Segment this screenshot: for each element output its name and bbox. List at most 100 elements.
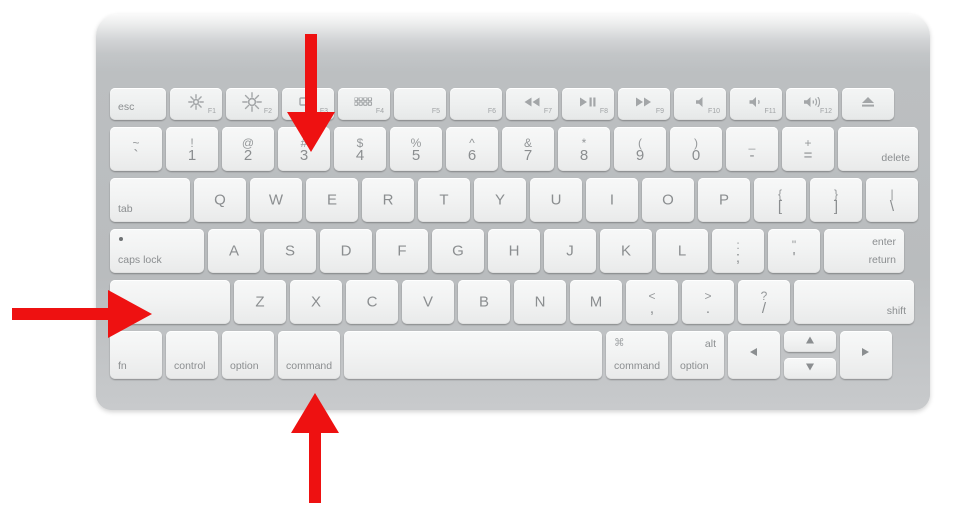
key-bracket-right[interactable]: }] bbox=[810, 178, 862, 222]
key-key-d[interactable]: D bbox=[320, 229, 372, 273]
key-f1-brightness-down[interactable]: F1 bbox=[170, 88, 222, 120]
function-key-number: F4 bbox=[375, 108, 384, 115]
key-key-f[interactable]: F bbox=[376, 229, 428, 273]
key-f3-mission-control[interactable]: F3 bbox=[282, 88, 334, 120]
key-key-j[interactable]: J bbox=[544, 229, 596, 273]
key-esc[interactable]: esc bbox=[110, 88, 166, 120]
key-key-z[interactable]: Z bbox=[234, 280, 286, 324]
key-key-s[interactable]: S bbox=[264, 229, 316, 273]
key-hyphen[interactable]: _ - bbox=[726, 127, 778, 171]
key-label-base: \ bbox=[889, 198, 895, 216]
key-f6[interactable]: F6 bbox=[450, 88, 502, 120]
key-shift-right[interactable]: shift bbox=[794, 280, 914, 324]
key-comma[interactable]: <, bbox=[626, 280, 678, 324]
key-label-base: ; bbox=[735, 249, 741, 267]
key-arrow-left[interactable] bbox=[728, 331, 780, 379]
key-label: W bbox=[268, 191, 284, 209]
key-key-u[interactable]: U bbox=[530, 178, 582, 222]
key-digit-4[interactable]: $4 bbox=[334, 127, 386, 171]
key-digit-9[interactable]: (9 bbox=[614, 127, 666, 171]
key-key-c[interactable]: C bbox=[346, 280, 398, 324]
key-key-t[interactable]: T bbox=[418, 178, 470, 222]
key-key-l[interactable]: L bbox=[656, 229, 708, 273]
key-key-h[interactable]: H bbox=[488, 229, 540, 273]
key-fn[interactable]: fn bbox=[110, 331, 162, 379]
key-digit-0[interactable]: ) 0 bbox=[670, 127, 722, 171]
key-f7-rewind[interactable]: F7 bbox=[506, 88, 558, 120]
key-key-x[interactable]: X bbox=[290, 280, 342, 324]
key-f2-brightness-up[interactable]: F2 bbox=[226, 88, 278, 120]
key-space[interactable] bbox=[344, 331, 602, 379]
key-semicolon[interactable]: :; bbox=[712, 229, 764, 273]
key-label-base: 7 bbox=[523, 147, 533, 165]
key-arrow-right[interactable] bbox=[840, 331, 892, 379]
key-delete[interactable]: delete bbox=[838, 127, 918, 171]
key-quote[interactable]: " ' bbox=[768, 229, 820, 273]
key-label-shifted: + bbox=[804, 135, 812, 150]
key-f12-volume-up[interactable]: F12 bbox=[786, 88, 838, 120]
key-digit-6[interactable]: ^ 6 bbox=[446, 127, 498, 171]
key-slash[interactable]: ? / bbox=[738, 280, 790, 324]
key-key-y[interactable]: Y bbox=[474, 178, 526, 222]
key-command-left[interactable]: command bbox=[278, 331, 340, 379]
key-f11-volume-down[interactable]: F11 bbox=[730, 88, 782, 120]
key-key-e[interactable]: E bbox=[306, 178, 358, 222]
key-key-i[interactable]: I bbox=[586, 178, 638, 222]
key-bracket-left[interactable]: {[ bbox=[754, 178, 806, 222]
key-label: N bbox=[534, 293, 546, 311]
key-label-shifted: ^ bbox=[469, 135, 475, 150]
key-key-m[interactable]: M bbox=[570, 280, 622, 324]
key-shift-left[interactable]: shift bbox=[110, 280, 230, 324]
key-eject[interactable] bbox=[842, 88, 894, 120]
key-return[interactable]: return enter bbox=[824, 229, 904, 273]
key-digit-7[interactable]: & 7 bbox=[502, 127, 554, 171]
key-backslash[interactable]: | \ bbox=[866, 178, 918, 222]
key-period[interactable]: >. bbox=[682, 280, 734, 324]
apple-keyboard: esc F1 F2 F3 F4 F5 F6 F7 F8 F9 F10 F11 F12 ~ `! 1 @2 #3 $… bbox=[96, 14, 930, 410]
key-key-r[interactable]: R bbox=[362, 178, 414, 222]
key-label: shift bbox=[118, 304, 138, 317]
key-backtick[interactable]: ~ ` bbox=[110, 127, 162, 171]
key-f5[interactable]: F5 bbox=[394, 88, 446, 120]
arrow-up-down-cluster bbox=[784, 331, 836, 379]
key-control[interactable]: control bbox=[166, 331, 218, 379]
key-caps-lock[interactable]: caps lock bbox=[110, 229, 204, 273]
key-label-alt: alt bbox=[704, 338, 716, 350]
launchpad-grid-icon bbox=[354, 97, 374, 107]
key-equals[interactable]: + = bbox=[782, 127, 834, 171]
key-option-right[interactable]: option alt bbox=[672, 331, 724, 379]
key-f4-launchpad[interactable]: F4 bbox=[338, 88, 390, 120]
key-key-p[interactable]: P bbox=[698, 178, 750, 222]
arrow-up-key[interactable] bbox=[784, 331, 836, 352]
key-f10-mute[interactable]: F10 bbox=[674, 88, 726, 120]
key-key-a[interactable]: A bbox=[208, 229, 260, 273]
key-key-b[interactable]: B bbox=[458, 280, 510, 324]
key-key-v[interactable]: V bbox=[402, 280, 454, 324]
key-label-base: ' bbox=[792, 249, 796, 267]
key-label-shifted: { bbox=[777, 186, 782, 201]
key-digit-2[interactable]: @2 bbox=[222, 127, 274, 171]
key-tab[interactable]: tab bbox=[110, 178, 190, 222]
key-label: P bbox=[718, 191, 729, 209]
key-key-o[interactable]: O bbox=[642, 178, 694, 222]
key-label-base: 1 bbox=[187, 147, 197, 165]
key-key-n[interactable]: N bbox=[514, 280, 566, 324]
key-digit-8[interactable]: * 8 bbox=[558, 127, 610, 171]
arrow-down-key[interactable] bbox=[784, 358, 836, 379]
key-f8-play-pause[interactable]: F8 bbox=[562, 88, 614, 120]
key-key-q[interactable]: Q bbox=[194, 178, 246, 222]
arrow-left-icon bbox=[750, 348, 758, 357]
function-key-number: F11 bbox=[764, 108, 776, 115]
key-key-w[interactable]: W bbox=[250, 178, 302, 222]
key-label: L bbox=[677, 242, 687, 260]
key-digit-5[interactable]: % 5 bbox=[390, 127, 442, 171]
key-digit-1[interactable]: ! 1 bbox=[166, 127, 218, 171]
arrow-right-icon bbox=[862, 348, 870, 357]
key-key-g[interactable]: G bbox=[432, 229, 484, 273]
key-f9-fast-forward[interactable]: F9 bbox=[618, 88, 670, 120]
key-option-left[interactable]: option bbox=[222, 331, 274, 379]
key-command-right[interactable]: ⌘ command bbox=[606, 331, 668, 379]
key-key-k[interactable]: K bbox=[600, 229, 652, 273]
function-key-number: F3 bbox=[319, 108, 328, 115]
key-digit-3[interactable]: #3 bbox=[278, 127, 330, 171]
